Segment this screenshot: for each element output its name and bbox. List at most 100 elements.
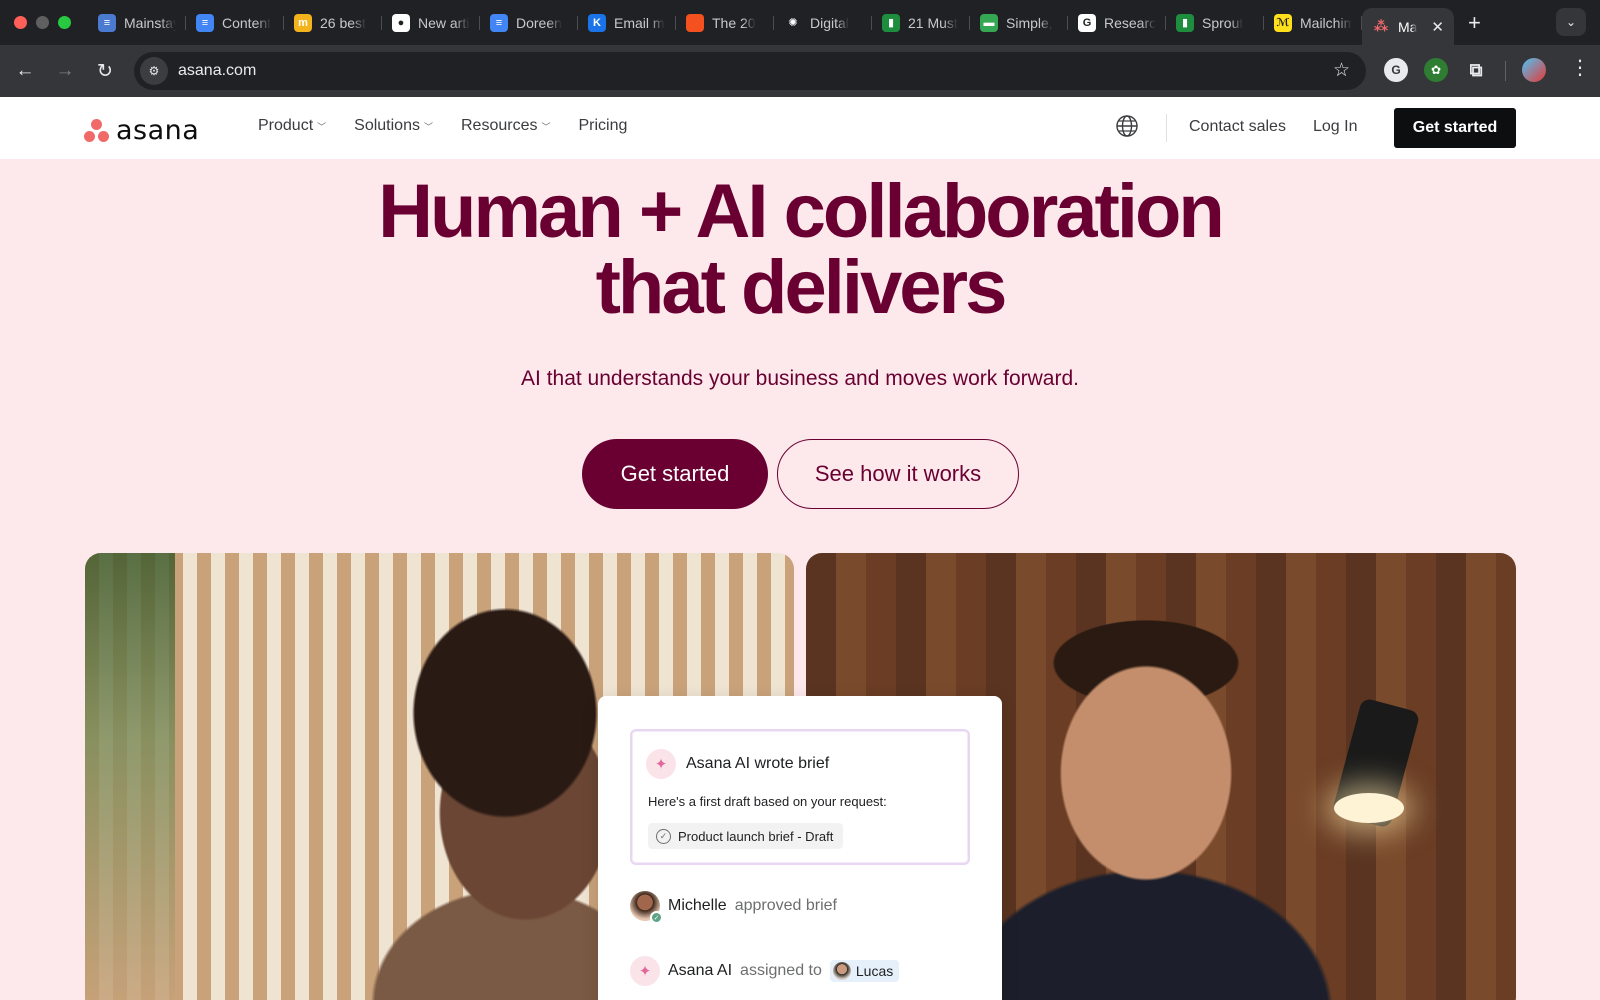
activity-verb: assigned to [740,962,822,979]
url-text[interactable]: asana.com [178,62,256,80]
grammarly-extension-icon[interactable]: G [1384,58,1408,82]
new-tab-plus-icon[interactable]: + [1454,10,1495,36]
header-get-started-button[interactable]: Get started [1394,108,1516,148]
green-extension-icon[interactable]: ✿ [1424,58,1448,82]
reload-icon[interactable]: ↻ [85,51,125,91]
tab-title: Email m [614,14,665,31]
menu-label: Solutions [354,117,420,134]
back-arrow-icon[interactable]: ← [5,51,45,91]
browser-tab[interactable]: ▬ Simple, [970,7,1068,39]
browser-menu-icon[interactable]: ⋮ [1570,58,1590,78]
extensions-puzzle-icon[interactable]: ⧉ [1464,58,1488,82]
browser-tab[interactable]: m 26 best [284,7,382,39]
globe-language-icon[interactable] [1115,114,1139,138]
browser-tab[interactable]: ✺ Digital [774,7,872,39]
contact-sales-link[interactable]: Contact sales [1189,118,1286,136]
check-circle-icon: ✓ [656,828,671,844]
minimize-window-button[interactable] [36,16,49,29]
profile-avatar[interactable] [1522,58,1546,82]
browser-tab[interactable]: K Email m [578,7,676,39]
browser-tab[interactable]: ● New article [382,7,480,39]
menu-resources[interactable]: Resources ﹀ [461,117,551,135]
ai-brief-panel: ✦ Asana AI wrote brief Here's a first dr… [630,729,970,865]
activity-verb: approved brief [734,897,837,914]
activity-name: Asana AI [668,962,733,979]
menu-label: Product [258,117,314,134]
tab-title: Research [1104,14,1156,31]
tab-favicon-icon [686,13,704,32]
tab-favicon-icon: ≡ [196,13,214,32]
asana-logo[interactable]: asana [84,115,199,146]
close-window-button[interactable] [14,16,27,29]
tab-favicon-icon: m [294,13,312,32]
tab-title: New article [418,14,470,31]
hero-title: Human + AI collaboration that delivers [300,174,1300,326]
hero-title-line-1: Human + AI collaboration [378,169,1225,254]
close-tab-icon[interactable]: ✕ [1431,18,1444,36]
tab-title: 21 Must [908,14,958,31]
tab-title: Digital [810,14,849,31]
tab-title: 26 best [320,14,366,31]
window-controls [0,16,88,29]
tab-title: Content [222,14,272,31]
asana-favicon-icon: ⁂ [1373,18,1389,34]
tab-favicon-icon: ● [392,13,410,32]
toolbar-divider [1505,61,1506,81]
menu-label: Resources [461,117,538,134]
ai-sparkle-icon: ✦ [630,956,660,986]
brief-chip: ✓ Product launch brief - Draft [648,823,844,849]
tab-favicon-icon: ℳ [1274,13,1292,32]
tab-title: Doreen [516,14,562,31]
browser-tab[interactable]: ℳ Mailchimp [1264,7,1362,39]
brief-body: Here's a first draft based on your reque… [648,794,887,809]
browser-toolbar: ← → ↻ ⚙ asana.com ☆ G ✿ ⧉ ⋮ [0,45,1600,97]
menu-solutions[interactable]: Solutions ﹀ [354,117,433,135]
main-menu: Product ﹀ Solutions ﹀ Resources ﹀ Pricing [258,117,627,135]
browser-tab[interactable]: G Research [1068,7,1166,39]
menu-product[interactable]: Product ﹀ [258,117,326,135]
tab-title: Simple, [1006,14,1053,31]
logo-wordmark: asana [116,115,200,146]
asana-logo-icon [84,118,110,143]
bookmark-star-icon[interactable]: ☆ [1333,59,1350,82]
see-how-it-works-button[interactable]: See how it works [777,439,1019,509]
lamp-light [1334,793,1404,823]
browser-tab[interactable]: ≡ Content [186,7,284,39]
tab-search-chevron-icon[interactable]: ⌄ [1556,8,1586,36]
tab-title: Mainstay [124,14,176,31]
address-bar[interactable]: ⚙ asana.com ☆ [134,52,1366,90]
menu-pricing[interactable]: Pricing [579,117,628,135]
site-info-icon[interactable]: ⚙ [140,57,168,85]
tab-strip: ≡ Mainstay ≡ Content m 26 best ● New article ≡ Do… [88,0,1600,45]
maximize-window-button[interactable] [58,16,71,29]
tab-favicon-icon: G [1078,13,1096,32]
browser-tab[interactable]: ▮ 21 Must [872,7,970,39]
hero-title-line-2: that delivers [595,245,1008,330]
site-header: asana Product ﹀ Solutions ﹀ Resources ﹀ Pri… [0,97,1600,159]
browser-tab[interactable]: The 20 [676,7,774,39]
activity-item: ✓ Michelle approved brief [630,891,837,924]
lucas-avatar [832,962,851,980]
hero-get-started-button[interactable]: Get started [582,439,768,509]
browser-tab[interactable]: ≡ Mainstay [88,7,186,39]
menu-label: Pricing [578,117,628,134]
active-browser-tab[interactable]: ⁂ Ma ✕ [1362,8,1454,45]
tab-favicon-icon: ≡ [98,13,116,32]
assignee-chip: Lucas [829,960,900,982]
asana-homepage: asana Product ﹀ Solutions ﹀ Resources ﹀ Pri… [0,97,1600,1000]
forward-arrow-icon[interactable]: → [45,51,85,91]
tab-favicon-icon: K [588,13,606,32]
tab-favicon-icon: ▬ [980,13,998,32]
tab-title: Ma [1398,18,1418,35]
assignee-name: Lucas [855,963,894,979]
header-divider [1166,114,1167,142]
browser-tab-bar: ≡ Mainstay ≡ Content m 26 best ● New article ≡ Do… [0,0,1600,45]
browser-tab[interactable]: ≡ Doreen [480,7,578,39]
browser-tab[interactable]: ▮ Sprout [1166,7,1264,39]
chevron-down-icon: ﹀ [541,121,551,132]
log-in-link[interactable]: Log In [1313,118,1357,136]
chip-label: Product launch brief - Draft [678,828,834,844]
brief-title: Asana AI wrote brief [686,755,830,772]
activity-name: Michelle [668,897,727,914]
hero-subtitle: AI that understands your business and mo… [521,367,1079,390]
